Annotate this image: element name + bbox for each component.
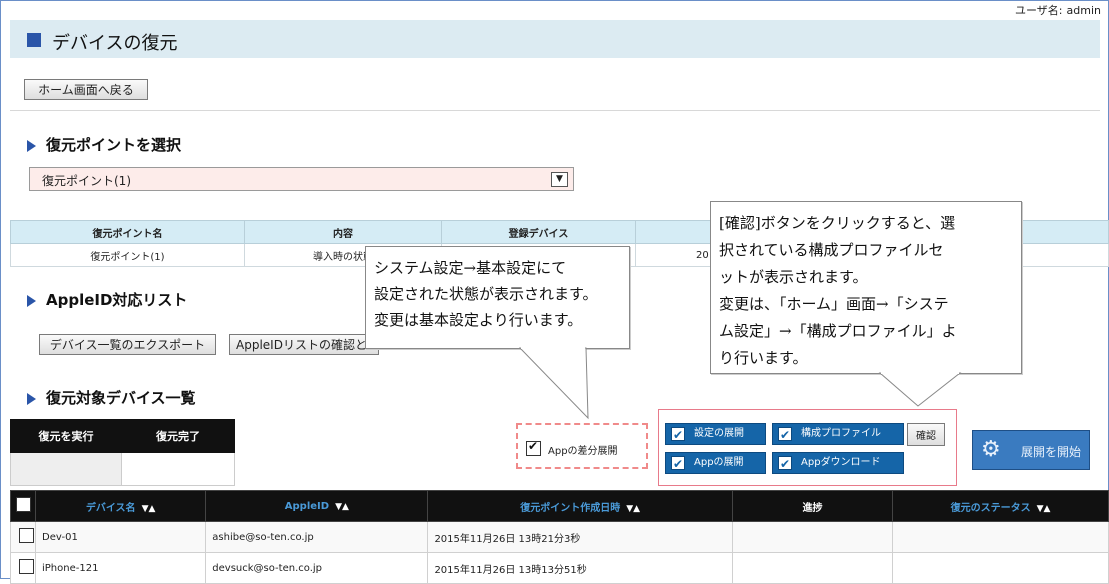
config-profile-toggle[interactable]: 構成プロファイル: [772, 423, 904, 445]
sort-icon: ▼▲: [335, 501, 349, 512]
appleid-section-title: AppleID対応リスト: [27, 289, 187, 310]
restore-point-selected-value: 復元ポイント(1): [42, 174, 131, 188]
status-header-done: 復元完了: [121, 419, 235, 453]
start-deploy-label: 展開を開始: [1021, 445, 1082, 459]
chevron-down-icon[interactable]: ▼: [551, 172, 568, 187]
config-profile-label: 構成プロファイル: [801, 428, 881, 439]
export-devices-button[interactable]: デバイス一覧のエクスポート: [39, 334, 216, 355]
callout-line: 設定された状態が表示されます。: [374, 285, 598, 303]
status-cell-done: [121, 452, 235, 486]
header-device-name[interactable]: デバイス名 ▼▲: [34, 490, 207, 522]
restore-point-select[interactable]: 復元ポイント(1) ▼: [29, 167, 574, 191]
status-cell-run: [10, 452, 122, 486]
select-all-header: [10, 490, 36, 522]
row-select-cell: [10, 521, 36, 553]
app-diff-deploy-checkbox[interactable]: [526, 439, 541, 456]
cell-progress: [731, 521, 894, 553]
rp-cell-name: 復元ポイント(1): [10, 243, 245, 267]
app-diff-deploy-group: Appの差分展開: [516, 423, 648, 469]
row-checkbox[interactable]: [19, 559, 34, 574]
header-appleid[interactable]: AppleID ▼▲: [205, 490, 429, 522]
checkbox-checked-icon: [778, 425, 792, 445]
section-triangle-icon: [27, 392, 36, 405]
cell-status: [892, 521, 1109, 553]
deploy-options-frame: [658, 409, 957, 486]
title-square-icon: [27, 33, 41, 47]
callout-line: [確認]ボタンをクリックすると、選: [719, 214, 956, 232]
status-header-run: 復元を実行: [10, 419, 122, 453]
rp-header-content: 内容: [244, 220, 442, 244]
sort-icon: ▼▲: [626, 503, 641, 514]
header-progress: 進捗: [731, 490, 894, 522]
checkbox-checked-icon: [671, 454, 685, 474]
rp-header-devices: 登録デバイス: [441, 220, 636, 244]
appleid-check-button[interactable]: AppleIDリストの確認と: [229, 334, 379, 355]
appleid-title-text: AppleID対応リスト: [46, 291, 188, 309]
row-checkbox[interactable]: [19, 528, 34, 543]
callout-confirm-button: [確認]ボタンをクリックすると、選 択されている構成プロファイルセ ットが表示さ…: [710, 201, 1022, 374]
callout-line: 変更は基本設定より行います。: [374, 311, 583, 329]
checkbox-checked-icon: [778, 454, 792, 474]
username-label: ユーザ名:: [1015, 4, 1063, 17]
header-device-name-label: デバイス名: [85, 502, 136, 514]
app-download-toggle[interactable]: Appダウンロード: [772, 452, 904, 474]
devices-table: デバイス名 ▼▲ AppleID ▼▲ 復元ポイント作成日時 ▼▲ 進捗 復元のステー…: [10, 490, 1109, 584]
settings-deploy-label: 設定の展開: [694, 428, 744, 439]
restore-point-title-text: 復元ポイントを選択: [46, 136, 182, 154]
callout-line: ム設定」→「構成プロファイル」よ: [719, 322, 957, 340]
section-triangle-icon: [27, 294, 36, 307]
page-title-bar: デバイスの復元: [10, 20, 1100, 58]
table-row[interactable]: Dev-01 ashibe@so-ten.co.jp 2015年11月26日 1…: [10, 521, 1109, 553]
callout-line: 択されている構成プロファイルセ: [719, 241, 944, 259]
home-button[interactable]: ホーム画面へ戻る: [24, 79, 148, 100]
page-title: デバイスの復元: [52, 33, 178, 54]
app-download-label: Appダウンロード: [801, 457, 881, 468]
header-status[interactable]: 復元のステータス ▼▲: [892, 490, 1109, 522]
divider: [10, 110, 1100, 111]
gear-icon: ⚙: [981, 437, 1001, 462]
settings-deploy-toggle[interactable]: 設定の展開: [665, 423, 766, 445]
sort-icon: ▼▲: [1036, 503, 1051, 514]
app-deploy-label: Appの展開: [694, 457, 744, 468]
callout-basic-settings: システム設定→基本設定にて 設定された状態が表示されます。 変更は基本設定より行…: [365, 246, 630, 349]
sort-icon: ▼▲: [141, 503, 156, 514]
target-section-title: 復元対象デバイス一覧: [27, 387, 196, 408]
app-diff-deploy-label: Appの差分展開: [548, 446, 618, 457]
header-created-label: 復元ポイント作成日時: [520, 502, 621, 514]
username-value: admin: [1066, 4, 1101, 17]
app-deploy-toggle[interactable]: Appの展開: [665, 452, 766, 474]
cell-device-name: Dev-01: [34, 521, 207, 553]
header-created[interactable]: 復元ポイント作成日時 ▼▲: [427, 490, 733, 522]
cell-created: 2015年11月26日 13時21分3秒: [427, 521, 733, 553]
start-deploy-button[interactable]: ⚙ 展開を開始: [972, 430, 1090, 470]
restore-status-table: 復元を実行 復元完了: [10, 419, 235, 486]
section-triangle-icon: [27, 139, 36, 152]
header-status-label: 復元のステータス: [950, 502, 1031, 514]
callout-line: 変更は、「ホーム」画面→「システ: [719, 295, 949, 313]
callout-line: ットが表示されます。: [719, 268, 868, 286]
select-all-checkbox[interactable]: [15, 497, 31, 512]
confirm-button[interactable]: 確認: [907, 423, 945, 446]
restore-point-section-title: 復元ポイントを選択: [27, 134, 181, 155]
header-appleid-label: AppleID: [284, 500, 330, 512]
checkbox-checked-icon: [671, 425, 685, 445]
callout-line: システム設定→基本設定にて: [374, 259, 567, 277]
username-display: ユーザ名: admin: [1011, 2, 1101, 18]
cell-appleid: ashibe@so-ten.co.jp: [205, 521, 429, 553]
callout-line: り行います。: [719, 349, 808, 367]
target-title-text: 復元対象デバイス一覧: [46, 389, 196, 407]
rp-header-name: 復元ポイント名: [10, 220, 245, 244]
